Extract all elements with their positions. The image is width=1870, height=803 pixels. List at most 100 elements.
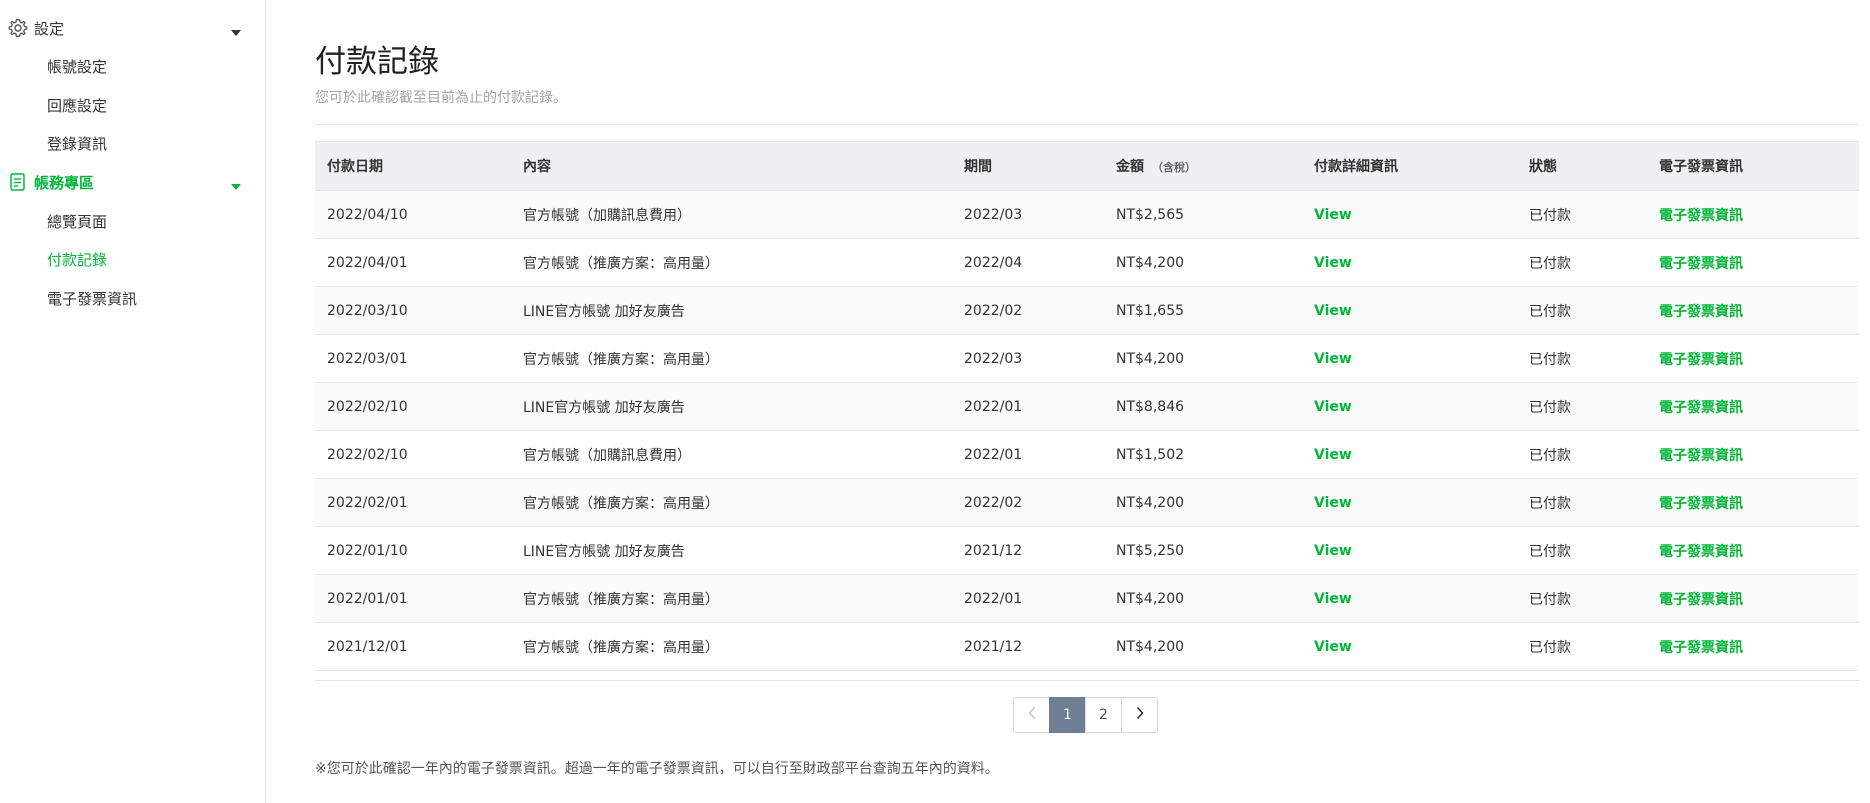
divider <box>315 124 1859 125</box>
cell-amount: NT$1,502 <box>1116 446 1185 463</box>
header-content: 內容 <box>523 159 551 175</box>
header-period: 期間 <box>964 159 992 175</box>
cell-date: 2022/01/01 <box>327 590 408 607</box>
table-cell: 2022/02 <box>952 287 1104 335</box>
table-cell: 2021/12 <box>952 623 1104 671</box>
sidebar-section-billing[interactable]: 帳務專區 <box>0 163 266 201</box>
cell-amount: NT$4,200 <box>1116 254 1185 271</box>
table-cell: NT$1,502 <box>1104 431 1302 479</box>
view-details-link[interactable]: View <box>1314 399 1352 415</box>
header-details: 付款詳細資訊 <box>1314 159 1398 175</box>
cell-amount: NT$4,200 <box>1116 494 1185 511</box>
cell-date: 2021/12/01 <box>327 638 408 655</box>
table-cell: 已付款 <box>1517 287 1647 335</box>
sidebar-item-overview[interactable]: 總覽頁面 <box>0 202 266 240</box>
cell-period: 2021/12 <box>964 638 1023 655</box>
e-invoice-link[interactable]: 電子發票資訊 <box>1659 304 1743 320</box>
table-row: 2022/02/10 官方帳號（加購訊息費用） 2022/01 NT$1,502 Vie… <box>315 430 1859 479</box>
table-cell: 2022/04/10 <box>315 191 511 239</box>
sidebar-item-payment-history[interactable]: 付款記錄 <box>0 240 266 278</box>
table-cell: 已付款 <box>1517 431 1647 479</box>
prev-page-button[interactable] <box>1013 697 1050 733</box>
table-cell: 2021/12/01 <box>315 623 511 671</box>
view-details-link[interactable]: View <box>1314 447 1352 463</box>
cell-status: 已付款 <box>1529 303 1571 320</box>
view-details-link[interactable]: View <box>1314 639 1352 655</box>
caret-down-icon <box>231 23 241 36</box>
table-cell: 電子發票資訊 <box>1647 479 1859 527</box>
sidebar-item-response-settings[interactable]: 回應設定 <box>0 86 266 124</box>
table-cell: NT$4,200 <box>1104 575 1302 623</box>
cell-period: 2022/03 <box>964 206 1023 223</box>
table-cell: 2022/02 <box>952 479 1104 527</box>
cell-period: 2021/12 <box>964 542 1023 559</box>
cell-date: 2022/03/10 <box>327 302 408 319</box>
table-cell: 2022/02/01 <box>315 479 511 527</box>
page-button-2[interactable]: 2 <box>1085 697 1122 733</box>
table-cell: 電子發票資訊 <box>1647 527 1859 575</box>
cell-amount: NT$2,565 <box>1116 206 1185 223</box>
cell-content: 官方帳號（推廣方案：高用量） <box>523 495 719 512</box>
table-cell: 官方帳號（推廣方案：高用量） <box>511 575 952 623</box>
table-cell: 2022/01 <box>952 383 1104 431</box>
table-cell: View <box>1302 431 1517 479</box>
view-details-link[interactable]: View <box>1314 255 1352 271</box>
table-cell: View <box>1302 287 1517 335</box>
next-page-button[interactable] <box>1121 697 1158 733</box>
payment-table: 付款日期 內容 期間 金額 （含稅） 付款詳細資訊 狀態 電子發票資訊 2022/… <box>315 141 1859 671</box>
table-cell: 官方帳號（推廣方案：高用量） <box>511 335 952 383</box>
sidebar-section-settings[interactable]: 設定 <box>0 9 266 47</box>
cell-status: 已付款 <box>1529 447 1571 464</box>
sidebar-item-e-invoice[interactable]: 電子發票資訊 <box>0 279 266 317</box>
view-details-link[interactable]: View <box>1314 207 1352 223</box>
view-details-link[interactable]: View <box>1314 543 1352 559</box>
sidebar-item-label: 帳號設定 <box>47 57 108 76</box>
gear-icon <box>8 18 28 38</box>
chevron-right-icon <box>1135 706 1145 724</box>
cell-period: 2022/02 <box>964 302 1023 319</box>
page-button-1[interactable]: 1 <box>1049 697 1086 733</box>
sidebar-section-label: 設定 <box>34 19 65 38</box>
cell-period: 2022/03 <box>964 350 1023 367</box>
table-cell: NT$4,200 <box>1104 623 1302 671</box>
table-cell: 2022/02/10 <box>315 383 511 431</box>
e-invoice-link[interactable]: 電子發票資訊 <box>1659 544 1743 560</box>
cell-status: 已付款 <box>1529 591 1571 608</box>
e-invoice-link[interactable]: 電子發票資訊 <box>1659 208 1743 224</box>
table-row: 2022/03/10 LINE官方帳號 加好友廣告 2022/02 NT$1,655 V… <box>315 286 1859 335</box>
table-cell: 電子發票資訊 <box>1647 239 1859 287</box>
e-invoice-link[interactable]: 電子發票資訊 <box>1659 592 1743 608</box>
view-details-link[interactable]: View <box>1314 303 1352 319</box>
e-invoice-link[interactable]: 電子發票資訊 <box>1659 496 1743 512</box>
table-cell: NT$1,655 <box>1104 287 1302 335</box>
view-details-link[interactable]: View <box>1314 591 1352 607</box>
cell-content: LINE官方帳號 加好友廣告 <box>523 399 685 416</box>
table-cell: 電子發票資訊 <box>1647 287 1859 335</box>
table-cell: View <box>1302 383 1517 431</box>
page-title: 付款記錄 <box>315 44 439 80</box>
table-cell: 已付款 <box>1517 479 1647 527</box>
e-invoice-link[interactable]: 電子發票資訊 <box>1659 448 1743 464</box>
table-cell: 2022/03/01 <box>315 335 511 383</box>
sidebar-item-registration-info[interactable]: 登錄資訊 <box>0 124 266 162</box>
view-details-link[interactable]: View <box>1314 351 1352 367</box>
cell-date: 2022/02/10 <box>327 398 408 415</box>
e-invoice-link[interactable]: 電子發票資訊 <box>1659 400 1743 416</box>
table-cell: 已付款 <box>1517 575 1647 623</box>
e-invoice-link[interactable]: 電子發票資訊 <box>1659 640 1743 656</box>
e-invoice-link[interactable]: 電子發票資訊 <box>1659 256 1743 272</box>
view-details-link[interactable]: View <box>1314 495 1352 511</box>
e-invoice-link[interactable]: 電子發票資訊 <box>1659 352 1743 368</box>
billing-document-icon <box>8 172 28 192</box>
sidebar-section-label: 帳務專區 <box>34 173 95 192</box>
cell-amount: NT$4,200 <box>1116 590 1185 607</box>
page-subtitle: 您可於此確認截至目前為止的付款記錄。 <box>315 90 567 106</box>
table-cell: View <box>1302 239 1517 287</box>
table-cell: 2022/01/01 <box>315 575 511 623</box>
sidebar-item-account-settings[interactable]: 帳號設定 <box>0 47 266 85</box>
cell-content: 官方帳號（推廣方案：高用量） <box>523 639 719 656</box>
table-cell: View <box>1302 191 1517 239</box>
header-date: 付款日期 <box>327 159 383 175</box>
table-cell: 已付款 <box>1517 623 1647 671</box>
cell-date: 2022/03/01 <box>327 350 408 367</box>
